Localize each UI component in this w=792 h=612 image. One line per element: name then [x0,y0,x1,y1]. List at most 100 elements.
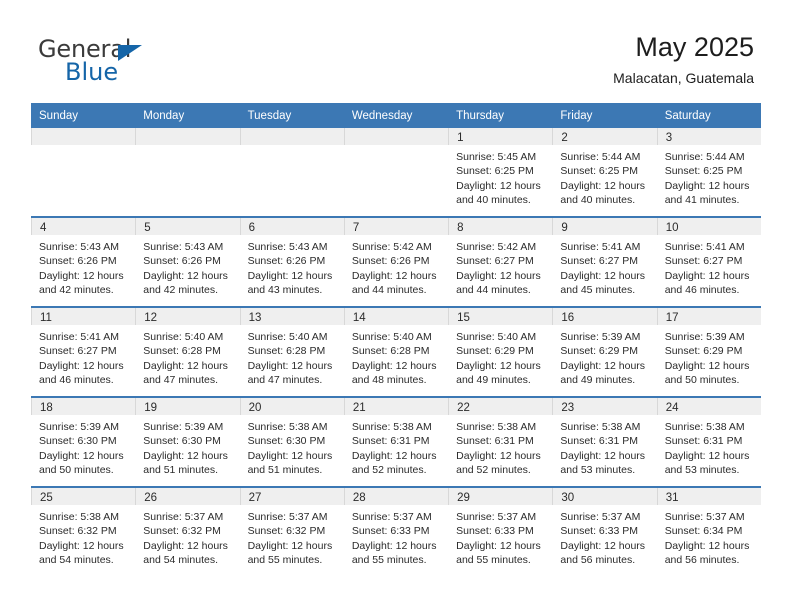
calendar-day-cell[interactable]: 29 Sunrise: 5:37 AM Sunset: 6:33 PM Dayl… [448,486,553,576]
daylight-text-cont: and 40 minutes. [560,194,636,207]
sunset-text: Sunset: 6:31 PM [456,435,534,448]
daylight-text-cont: and 43 minutes. [247,284,323,297]
calendar-day-cell[interactable]: 6 Sunrise: 5:43 AM Sunset: 6:26 PM Dayli… [239,216,344,307]
calendar-day-cell[interactable]: 27 Sunrise: 5:37 AM Sunset: 6:32 PM Dayl… [239,486,344,576]
daylight-text-cont: and 51 minutes. [143,464,218,477]
calendar-day-cell[interactable]: 8 Sunrise: 5:42 AM Sunset: 6:27 PM Dayli… [448,216,553,307]
calendar-day-cell[interactable]: 1 Sunrise: 5:45 AM Sunset: 6:25 PM Dayli… [448,128,553,217]
weekday-header-thursday: Thursday [448,103,553,128]
calendar-day-cell[interactable]: 21 Sunrise: 5:38 AM Sunset: 6:31 PM Dayl… [343,396,449,487]
day-details [240,145,344,150]
day-number: 11 [31,308,136,325]
calendar-day-cell[interactable]: 4 Sunrise: 5:43 AM Sunset: 6:26 PM Dayli… [31,216,136,307]
calendar-day-cell[interactable]: 31 Sunrise: 5:37 AM Sunset: 6:34 PM Dayl… [656,486,761,576]
daylight-text-cont: and 41 minutes. [664,194,740,207]
day-details: Sunrise: 5:38 AM Sunset: 6:31 PM Dayligh… [448,415,552,478]
calendar-day-cell[interactable]: 28 Sunrise: 5:37 AM Sunset: 6:33 PM Dayl… [343,486,449,576]
calendar-day-cell[interactable]: 14 Sunrise: 5:40 AM Sunset: 6:28 PM Dayl… [343,306,449,397]
sunset-text: Sunset: 6:30 PM [39,435,117,448]
calendar-day-cell[interactable] [135,128,240,217]
calendar-day-cell[interactable]: 16 Sunrise: 5:39 AM Sunset: 6:29 PM Dayl… [552,306,657,397]
day-details: Sunrise: 5:38 AM Sunset: 6:32 PM Dayligh… [31,505,135,568]
calendar-day-cell[interactable]: 18 Sunrise: 5:39 AM Sunset: 6:30 PM Dayl… [31,396,136,487]
calendar-day-cell[interactable]: 7 Sunrise: 5:42 AM Sunset: 6:26 PM Dayli… [343,216,449,307]
daylight-text-cont: and 48 minutes. [351,374,427,387]
day-number: 24 [656,398,761,415]
sunset-text: Sunset: 6:33 PM [351,525,430,538]
sunset-text: Sunset: 6:34 PM [664,525,743,538]
sunset-text: Sunset: 6:27 PM [560,255,639,268]
day-details: Sunrise: 5:40 AM Sunset: 6:29 PM Dayligh… [448,325,552,388]
calendar-day-cell[interactable]: 5 Sunrise: 5:43 AM Sunset: 6:26 PM Dayli… [135,216,240,307]
day-details: Sunrise: 5:43 AM Sunset: 6:26 PM Dayligh… [135,235,239,298]
day-details: Sunrise: 5:43 AM Sunset: 6:26 PM Dayligh… [240,235,344,298]
day-number: 10 [656,218,761,235]
calendar-day-cell[interactable]: 22 Sunrise: 5:38 AM Sunset: 6:31 PM Dayl… [448,396,553,487]
calendar-day-cell[interactable]: 15 Sunrise: 5:40 AM Sunset: 6:29 PM Dayl… [448,306,553,397]
calendar-day-cell[interactable]: 12 Sunrise: 5:40 AM Sunset: 6:28 PM Dayl… [135,306,240,397]
day-details: Sunrise: 5:41 AM Sunset: 6:27 PM Dayligh… [552,235,656,298]
weekday-header-tuesday: Tuesday [239,103,344,128]
day-number: 25 [31,488,136,505]
sunrise-text: Sunrise: 5:43 AM [39,241,119,253]
sunrise-text: Sunrise: 5:43 AM [247,241,328,253]
brand-logo[interactable]: General Blue [38,36,258,88]
daylight-text: Daylight: 12 hours [351,359,437,372]
calendar-day-cell[interactable]: 3 Sunrise: 5:44 AM Sunset: 6:25 PM Dayli… [656,128,761,217]
daylight-text-cont: and 46 minutes. [39,374,114,387]
day-number [343,128,449,145]
sunrise-text: Sunrise: 5:41 AM [39,331,119,343]
daylight-text: Daylight: 12 hours [456,179,541,192]
day-number: 31 [656,488,761,505]
calendar-day-cell[interactable]: 23 Sunrise: 5:38 AM Sunset: 6:31 PM Dayl… [552,396,657,487]
sunrise-text: Sunrise: 5:39 AM [560,331,641,343]
calendar-day-cell[interactable]: 9 Sunrise: 5:41 AM Sunset: 6:27 PM Dayli… [552,216,657,307]
calendar-day-cell[interactable] [239,128,344,217]
calendar-day-cell[interactable]: 30 Sunrise: 5:37 AM Sunset: 6:33 PM Dayl… [552,486,657,576]
calendar-day-cell[interactable]: 25 Sunrise: 5:38 AM Sunset: 6:32 PM Dayl… [31,486,136,576]
sunrise-text: Sunrise: 5:44 AM [560,151,641,163]
day-number [239,128,344,145]
sunrise-text: Sunrise: 5:37 AM [351,511,432,523]
calendar-day-cell[interactable]: 19 Sunrise: 5:39 AM Sunset: 6:30 PM Dayl… [135,396,240,487]
day-number: 26 [135,488,240,505]
daylight-text: Daylight: 12 hours [143,269,228,282]
calendar-day-cell[interactable]: 17 Sunrise: 5:39 AM Sunset: 6:29 PM Dayl… [656,306,761,397]
calendar-day-cell[interactable]: 26 Sunrise: 5:37 AM Sunset: 6:32 PM Dayl… [135,486,240,576]
sunrise-text: Sunrise: 5:38 AM [456,421,537,433]
calendar-week-row: 11 Sunrise: 5:41 AM Sunset: 6:27 PM Dayl… [31,306,761,397]
day-number: 20 [239,398,344,415]
day-details: Sunrise: 5:39 AM Sunset: 6:30 PM Dayligh… [135,415,239,478]
day-number: 2 [552,128,657,145]
daylight-text-cont: and 56 minutes. [664,554,740,567]
calendar-day-cell[interactable]: 24 Sunrise: 5:38 AM Sunset: 6:31 PM Dayl… [656,396,761,487]
day-number: 13 [239,308,344,325]
daylight-text-cont: and 40 minutes. [456,194,531,207]
day-details: Sunrise: 5:43 AM Sunset: 6:26 PM Dayligh… [31,235,135,298]
daylight-text: Daylight: 12 hours [351,449,437,462]
sunrise-text: Sunrise: 5:42 AM [351,241,432,253]
daylight-text: Daylight: 12 hours [456,269,541,282]
day-details [344,145,448,150]
page-header: General Blue May 2025 Malacatan, Guatema… [0,0,792,103]
day-number: 29 [448,488,553,505]
daylight-text: Daylight: 12 hours [39,359,124,372]
calendar-day-cell[interactable]: 10 Sunrise: 5:41 AM Sunset: 6:27 PM Dayl… [656,216,761,307]
day-number: 7 [343,218,449,235]
day-number: 12 [135,308,240,325]
calendar-day-cell[interactable]: 13 Sunrise: 5:40 AM Sunset: 6:28 PM Dayl… [239,306,344,397]
calendar-day-cell[interactable] [343,128,449,217]
calendar-day-cell[interactable] [31,128,136,217]
sunrise-text: Sunrise: 5:37 AM [143,511,224,523]
calendar-day-cell[interactable]: 11 Sunrise: 5:41 AM Sunset: 6:27 PM Dayl… [31,306,136,397]
sunrise-text: Sunrise: 5:44 AM [664,151,745,163]
daylight-text-cont: and 55 minutes. [351,554,427,567]
calendar-day-cell[interactable]: 20 Sunrise: 5:38 AM Sunset: 6:30 PM Dayl… [239,396,344,487]
sunset-text: Sunset: 6:30 PM [247,435,326,448]
day-details: Sunrise: 5:38 AM Sunset: 6:31 PM Dayligh… [344,415,448,478]
daylight-text-cont: and 42 minutes. [143,284,218,297]
day-number: 3 [656,128,761,145]
daylight-text-cont: and 52 minutes. [351,464,427,477]
calendar-day-cell[interactable]: 2 Sunrise: 5:44 AM Sunset: 6:25 PM Dayli… [552,128,657,217]
calendar-week-row: 18 Sunrise: 5:39 AM Sunset: 6:30 PM Dayl… [31,396,761,487]
